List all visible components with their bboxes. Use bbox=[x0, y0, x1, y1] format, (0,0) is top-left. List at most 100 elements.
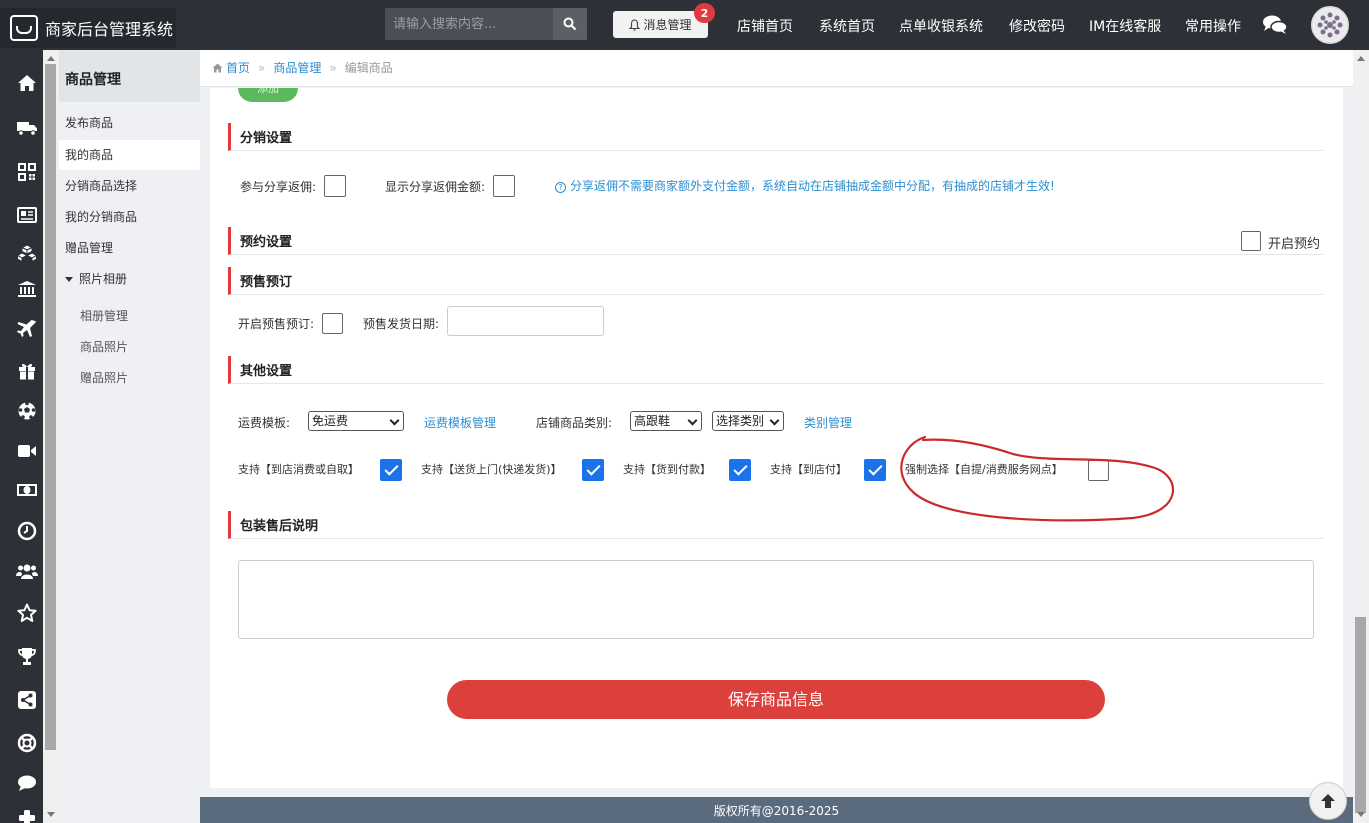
category-select[interactable]: 高跟鞋 bbox=[630, 411, 702, 431]
chat-icon[interactable] bbox=[1262, 14, 1288, 36]
sidebar-group-label: 照片相册 bbox=[79, 272, 128, 286]
star-icon[interactable] bbox=[16, 602, 38, 624]
footer: 版权所有@2016-2025 bbox=[200, 797, 1353, 823]
option-pickup-label: 支持【到店消费或自取】 bbox=[238, 463, 359, 476]
sidebar-item-my-products[interactable]: 我的商品 bbox=[59, 140, 200, 170]
truck-icon[interactable] bbox=[16, 117, 38, 139]
sidebar-item-my-distribution[interactable]: 我的分销商品 bbox=[59, 202, 200, 232]
scroll-up-arrow-icon[interactable] bbox=[1357, 56, 1365, 61]
breadcrumb-home[interactable]: 首页 bbox=[226, 61, 250, 75]
share-icon[interactable] bbox=[16, 689, 38, 711]
shipping-template-link[interactable]: 运费模板管理 bbox=[424, 414, 496, 431]
users-icon[interactable] bbox=[16, 560, 38, 582]
add-button[interactable]: 添加 bbox=[238, 88, 298, 102]
option-pickup-checkbox[interactable] bbox=[380, 459, 402, 481]
category-label: 店铺商品类别: bbox=[536, 416, 613, 430]
brand[interactable]: 商家后台管理系统 bbox=[0, 8, 176, 48]
share-commission-label: 参与分享返佣: bbox=[240, 180, 317, 194]
soccer-icon[interactable] bbox=[16, 400, 38, 422]
sidebar-title: 商品管理 bbox=[59, 50, 200, 102]
reservation-label: 开启预约 bbox=[1268, 237, 1321, 252]
option-force-pickup-checkbox[interactable] bbox=[1088, 460, 1109, 481]
avatar-image bbox=[1314, 9, 1346, 41]
money-icon[interactable] bbox=[16, 479, 38, 501]
section-reservation: 预约设置 bbox=[228, 227, 1324, 255]
section-presale: 预售预订 bbox=[228, 267, 1324, 295]
home-icon[interactable] bbox=[16, 72, 38, 94]
search-button[interactable] bbox=[553, 8, 587, 40]
shipping-select[interactable]: 免运费 bbox=[308, 411, 404, 431]
question-circle-icon: ? bbox=[555, 182, 566, 193]
presale-enable-label: 开启预售预订: bbox=[238, 317, 315, 331]
scrollbar-thumb[interactable] bbox=[1355, 617, 1366, 813]
section-other: 其他设置 bbox=[228, 356, 1324, 384]
scroll-down-arrow-icon[interactable] bbox=[1357, 812, 1365, 817]
section-title: 预约设置 bbox=[240, 235, 293, 250]
trophy-icon[interactable] bbox=[16, 645, 38, 667]
gift-icon[interactable] bbox=[16, 360, 38, 382]
qrcode-icon[interactable] bbox=[16, 161, 38, 183]
nav-system-home[interactable]: 系统首页 bbox=[819, 16, 875, 36]
sidebar-item-publish[interactable]: 发布商品 bbox=[59, 108, 200, 138]
scroll-down-arrow-icon[interactable] bbox=[47, 812, 55, 817]
message-count-badge: 2 bbox=[694, 3, 715, 23]
hint-text: 分享返佣不需要商家额外支付金额，系统自动在店铺抽成金额中分配，有抽成的店铺才生效… bbox=[570, 179, 1055, 193]
scroll-up-arrow-icon[interactable] bbox=[47, 56, 55, 61]
nav-store-home[interactable]: 店铺首页 bbox=[737, 16, 793, 36]
sidebar-item-gifts[interactable]: 赠品管理 bbox=[59, 233, 200, 263]
nav-pos-system[interactable]: 点单收银系统 bbox=[899, 16, 983, 36]
clock-icon[interactable] bbox=[16, 520, 38, 542]
reservation-checkbox[interactable] bbox=[1241, 231, 1261, 251]
presale-date-label: 预售发货日期: bbox=[363, 317, 440, 331]
video-icon[interactable] bbox=[16, 440, 38, 462]
option-cod-checkbox[interactable] bbox=[729, 459, 751, 481]
breadcrumb: 首页 » 商品管理 » 编辑商品 bbox=[200, 50, 1353, 87]
breadcrumb-section[interactable]: 商品管理 bbox=[273, 61, 321, 75]
plane-icon[interactable] bbox=[16, 318, 38, 340]
cubes-icon[interactable] bbox=[16, 242, 38, 264]
option-pay-in-store-checkbox[interactable] bbox=[864, 459, 886, 481]
nav-common-ops[interactable]: 常用操作 bbox=[1185, 16, 1241, 36]
option-delivery-label: 支持【送货上门(快递发货)】 bbox=[421, 463, 562, 476]
save-product-button[interactable]: 保存商品信息 bbox=[447, 680, 1105, 719]
newspaper-icon[interactable] bbox=[16, 204, 38, 226]
sidebar: 商品管理 发布商品 我的商品 分销商品选择 我的分销商品 赠品管理 照片相册 相… bbox=[59, 50, 200, 823]
option-pay-in-store-label: 支持【到店付】 bbox=[770, 463, 847, 476]
search-input[interactable] bbox=[385, 8, 553, 40]
show-amount-label: 显示分享返佣金额: bbox=[385, 180, 486, 194]
sidebar-item-gift-photos[interactable]: 赠品照片 bbox=[59, 363, 200, 393]
section-packaging: 包装售后说明 bbox=[228, 511, 1324, 539]
bell-icon bbox=[629, 18, 641, 31]
top-bar: 商家后台管理系统 消息管理 2 店铺首页 系统首页 点单收银系统 修改密码 IM… bbox=[0, 0, 1369, 50]
share-commission-checkbox[interactable] bbox=[324, 175, 346, 197]
home-small-icon bbox=[212, 63, 223, 73]
back-to-top-button[interactable] bbox=[1309, 782, 1347, 820]
icon-rail bbox=[0, 50, 43, 823]
nav-im-service[interactable]: IM在线客服 bbox=[1089, 16, 1161, 36]
packaging-textarea[interactable] bbox=[238, 560, 1314, 639]
nav-change-password[interactable]: 修改密码 bbox=[1009, 16, 1065, 36]
store-logo-icon bbox=[10, 15, 38, 41]
sidebar-scrollbar[interactable] bbox=[43, 50, 59, 823]
option-force-pickup-label: 强制选择【自提/消费服务网点】 bbox=[905, 463, 1063, 476]
section-title: 预售预订 bbox=[240, 275, 293, 290]
caret-down-icon bbox=[65, 277, 73, 282]
sidebar-item-album-manage[interactable]: 相册管理 bbox=[59, 301, 200, 331]
category-type-select[interactable]: 选择类别 bbox=[712, 411, 784, 431]
distribution-hint: ? 分享返佣不需要商家额外支付金额，系统自动在店铺抽成金额中分配，有抽成的店铺才生… bbox=[555, 177, 1055, 194]
sidebar-item-distribution-select[interactable]: 分销商品选择 bbox=[59, 171, 200, 201]
sidebar-item-product-photos[interactable]: 商品照片 bbox=[59, 332, 200, 362]
sidebar-group-albums[interactable]: 照片相册 bbox=[59, 264, 200, 294]
comment-icon[interactable] bbox=[16, 772, 38, 794]
presale-date-input[interactable] bbox=[447, 306, 604, 336]
show-amount-checkbox[interactable] bbox=[493, 175, 515, 197]
plus-icon[interactable] bbox=[16, 807, 38, 823]
lifebuoy-icon[interactable] bbox=[16, 732, 38, 754]
option-delivery-checkbox[interactable] bbox=[582, 459, 604, 481]
page-scrollbar[interactable] bbox=[1353, 50, 1369, 823]
category-manage-link[interactable]: 类别管理 bbox=[804, 414, 852, 431]
bank-icon[interactable] bbox=[16, 278, 38, 300]
user-avatar[interactable] bbox=[1311, 6, 1349, 44]
scrollbar-thumb[interactable] bbox=[45, 64, 56, 750]
presale-checkbox[interactable] bbox=[322, 313, 343, 334]
